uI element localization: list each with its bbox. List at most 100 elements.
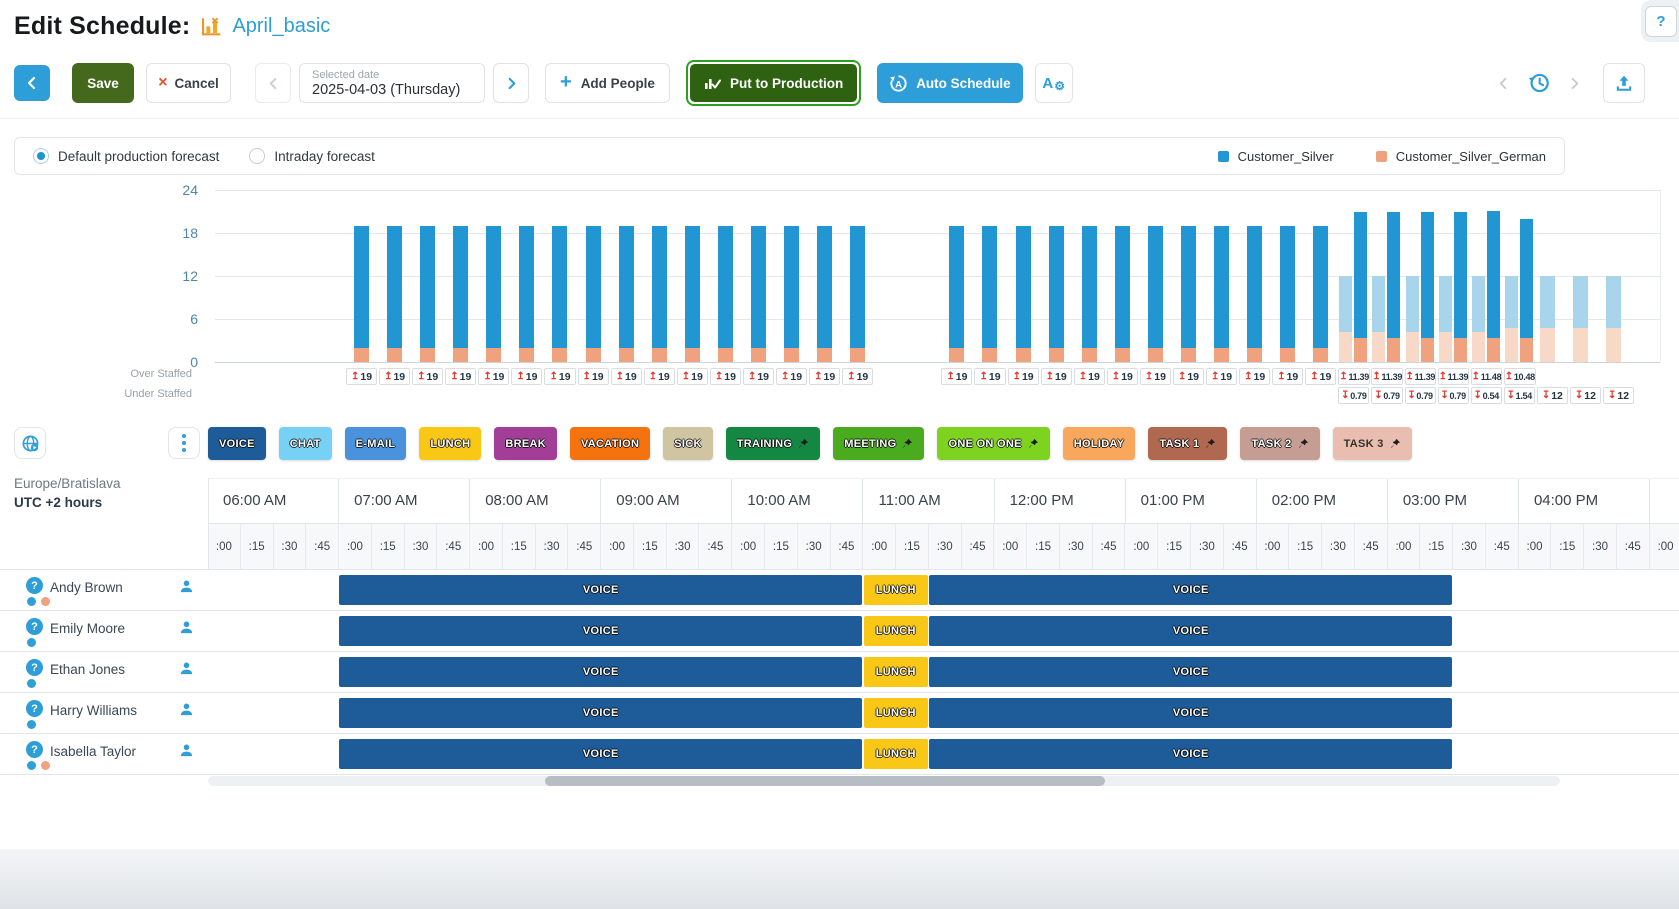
help-button[interactable]: ? (1645, 6, 1677, 37)
quarter-row: :00:15:30:45:00:15:30:45:00:15:30:45:00:… (208, 524, 1679, 570)
activity-chip-break[interactable]: BREAK (494, 427, 557, 460)
schedule-chart-icon (200, 17, 222, 37)
agent-settings-button[interactable]: A ⚙ (1034, 63, 1073, 103)
chart-slot (510, 190, 543, 362)
save-button[interactable]: Save (72, 63, 134, 103)
under-value: 12 (1584, 389, 1596, 402)
hour-cell: 06:00 AM (208, 479, 340, 524)
schedule-segment-voice[interactable]: VOICE (929, 657, 1453, 687)
activity-chip-voice[interactable]: VOICE (208, 427, 266, 460)
activity-chip-task-1[interactable]: TASK 1 (1148, 427, 1228, 460)
legend-item-customer-silver-german[interactable]: Customer_Silver_German (1375, 149, 1546, 164)
cancel-button[interactable]: × Cancel (146, 63, 231, 103)
employee-row-emily-moore[interactable]: ? Emily Moore (0, 611, 208, 652)
badge-cell: ↥ 19 (643, 368, 676, 385)
activity-chip-task-2[interactable]: TASK 2 (1240, 427, 1320, 460)
employee-row-andy-brown[interactable]: ? Andy Brown (0, 570, 208, 611)
under-badge: ↧ 0.54 (1470, 387, 1502, 404)
hour-cell-stub (1650, 479, 1679, 524)
quarter-cell: :00 (601, 524, 634, 570)
badge-cell (1238, 387, 1271, 404)
horizontal-scrollbar-track[interactable] (208, 776, 1560, 786)
schedule-name-link[interactable]: April_basic (232, 15, 330, 38)
previous-date-button[interactable] (255, 63, 291, 103)
horizontal-scrollbar-thumb[interactable] (545, 776, 1105, 786)
activity-chip-task-3[interactable]: TASK 3 (1332, 427, 1412, 460)
bar-segment-german (1081, 347, 1097, 362)
employee-name: Emily Moore (50, 621, 126, 636)
schedule-segment-voice[interactable]: VOICE (929, 698, 1453, 728)
employee-row-harry-williams[interactable]: ? Harry Williams (0, 693, 208, 734)
history-clock-icon[interactable] (1526, 70, 1552, 96)
activity-chip-one-on-one[interactable]: ONE ON ONE (937, 427, 1050, 460)
activity-chip-e-mail[interactable]: E-MAIL (344, 427, 407, 460)
timezone-globe-button[interactable] (14, 427, 46, 459)
schedule-segment-voice[interactable]: VOICE (339, 739, 863, 769)
chart-slot (610, 190, 643, 362)
schedule-segment-voice[interactable]: VOICE (339, 698, 863, 728)
bar-segment-german (1372, 331, 1386, 362)
employee-row-ethan-jones[interactable]: ? Ethan Jones (0, 652, 208, 693)
put-to-production-button[interactable]: Put to Production (689, 64, 858, 102)
over-value: 10.48 (1513, 371, 1535, 382)
schedule-segment-lunch[interactable]: LUNCH (863, 739, 929, 769)
activity-chip-lunch[interactable]: LUNCH (419, 427, 482, 460)
person-icon[interactable] (179, 620, 194, 635)
person-icon[interactable] (179, 661, 194, 676)
bar-segment-silver (784, 225, 800, 348)
person-icon[interactable] (179, 702, 194, 717)
schedule-grid: VOICE LUNCH VOICE VOICE LUNCH VOICE VOICE LUNCH… (208, 569, 1679, 775)
activity-chip-label: MEETING (844, 437, 897, 450)
person-icon[interactable] (179, 743, 194, 758)
schedule-segment-lunch[interactable]: LUNCH (863, 575, 929, 605)
activity-chip-holiday[interactable]: HOLIDAY (1062, 427, 1136, 460)
schedule-segment-voice[interactable]: VOICE (929, 575, 1453, 605)
bar-segment-silver (1313, 225, 1329, 348)
add-people-button[interactable]: + Add People (545, 63, 670, 103)
activity-chip-training[interactable]: TRAINING (725, 427, 821, 460)
badge-cell: ↥ 19 (444, 368, 477, 385)
selected-date-field[interactable]: Selected date 2025-04-03 (Thursday) (299, 63, 485, 103)
auto-schedule-button[interactable]: A Auto Schedule (877, 63, 1023, 103)
schedule-segment-voice[interactable]: VOICE (339, 575, 863, 605)
forecast-option-default-production-forecast[interactable]: Default production forecast (33, 148, 219, 164)
chart-slot (973, 190, 1006, 362)
redo-chevron-right-icon[interactable] (1568, 77, 1581, 90)
radio-selected-icon (33, 148, 49, 164)
export-button[interactable] (1603, 63, 1645, 103)
schedule-segment-lunch[interactable]: LUNCH (863, 616, 929, 646)
badge-cell (477, 387, 510, 404)
legend-item-customer-silver[interactable]: Customer_Silver (1217, 149, 1334, 164)
upload-icon (1616, 75, 1632, 91)
schedule-segment-voice[interactable]: VOICE (929, 739, 1453, 769)
over-value: 19 (790, 370, 803, 383)
back-button[interactable] (14, 65, 50, 101)
activity-chip-chat[interactable]: CHAT (278, 427, 332, 460)
schedule-row-harry-williams: VOICE LUNCH VOICE (208, 693, 1679, 734)
activities-menu-button[interactable] (168, 427, 200, 459)
schedule-segment-voice[interactable]: VOICE (929, 616, 1453, 646)
bar-segment-german (651, 347, 667, 362)
employee-row-isabella-taylor[interactable]: ? Isabella Taylor (0, 734, 208, 775)
schedule-segment-voice[interactable]: VOICE (339, 657, 863, 687)
forecast-option-intraday-forecast[interactable]: Intraday forecast (249, 148, 375, 164)
chart-slot (1404, 190, 1437, 362)
badge-cell (709, 387, 742, 404)
over-badge: ↥ 19 (776, 368, 808, 385)
employee-list: ? Andy Brown? Emily Moore? Ethan Jones? Harr… (0, 569, 208, 775)
chart-slot (775, 190, 808, 362)
schedule-segment-lunch[interactable]: LUNCH (863, 698, 929, 728)
schedule-segment-voice[interactable]: VOICE (339, 616, 863, 646)
activity-chip-sick[interactable]: SICK (663, 427, 713, 460)
quarter-cell: :30 (1059, 524, 1093, 570)
chart-slots (345, 190, 1635, 362)
activity-chip-meeting[interactable]: MEETING (833, 427, 925, 460)
schedule-segment-lunch[interactable]: LUNCH (863, 657, 929, 687)
person-icon[interactable] (179, 579, 194, 594)
activity-chip-vacation[interactable]: VACATION (569, 427, 651, 460)
undo-chevron-left-icon[interactable] (1497, 77, 1510, 90)
next-date-button[interactable] (493, 63, 529, 103)
chart-slot (1172, 190, 1205, 362)
chart-slot (1337, 190, 1370, 362)
badge-cell: ↥ 19 (411, 368, 444, 385)
